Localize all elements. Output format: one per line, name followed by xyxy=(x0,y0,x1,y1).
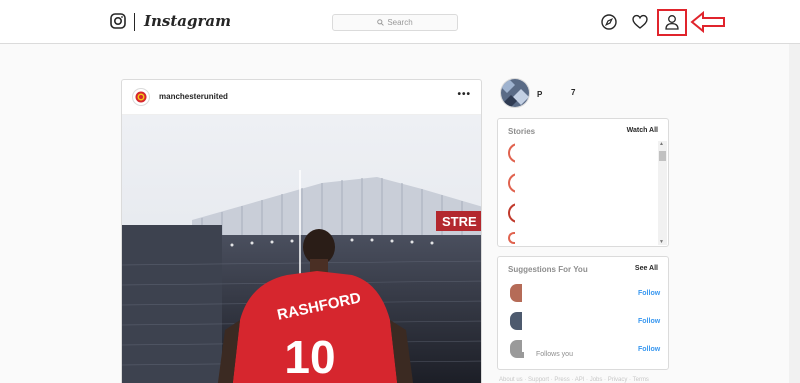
club-crest-avatar[interactable] xyxy=(132,88,150,106)
stories-scroll-thumb[interactable] xyxy=(659,151,666,161)
see-all-link[interactable]: See All xyxy=(635,265,658,272)
current-user-name-suffix: 7 xyxy=(571,88,576,97)
suggestion-names-redacted xyxy=(522,282,625,352)
follow-button[interactable]: Follow xyxy=(638,318,660,325)
jersey-number: 10 xyxy=(284,331,335,383)
stadium-sign-text: STRE xyxy=(442,214,477,229)
suggestions-title: Suggestions For You xyxy=(508,265,588,274)
heart-icon[interactable] xyxy=(632,14,648,30)
red-arrow-annotation xyxy=(690,11,725,33)
profile-highlight-box xyxy=(657,9,687,36)
page-scrollbar[interactable] xyxy=(789,44,800,383)
scroll-down-arrow[interactable]: ▼ xyxy=(659,239,664,245)
compass-icon[interactable] xyxy=(601,14,617,30)
follow-button[interactable]: Follow xyxy=(638,346,660,353)
current-user-name[interactable]: P xyxy=(537,90,542,99)
feed-post: manchesterunited ••• STRE RASHFORD 10 xyxy=(121,79,482,383)
instagram-glyph-icon[interactable] xyxy=(110,13,126,29)
top-navigation-bar: Instagram Search xyxy=(0,0,800,44)
post-username[interactable]: manchesterunited xyxy=(159,92,228,101)
current-user-avatar[interactable] xyxy=(500,78,530,108)
watch-all-link[interactable]: Watch All xyxy=(627,127,658,134)
search-placeholder: Search xyxy=(387,18,413,27)
logo-divider xyxy=(134,13,135,31)
post-header: manchesterunited ••• xyxy=(122,80,481,115)
search-input[interactable]: Search xyxy=(332,14,458,31)
follow-button[interactable]: Follow xyxy=(638,290,660,297)
scroll-up-arrow[interactable]: ▲ xyxy=(659,141,664,147)
follows-you-label: Follows you xyxy=(536,351,573,358)
stories-panel: Stories Watch All ▲ ▼ xyxy=(497,118,669,247)
stories-title: Stories xyxy=(508,127,536,136)
manchester-united-crest-icon xyxy=(135,91,147,103)
search-icon xyxy=(377,19,385,26)
story-list-redacted xyxy=(515,140,617,244)
instagram-wordmark[interactable]: Instagram xyxy=(144,12,231,30)
post-photo[interactable]: STRE RASHFORD 10 xyxy=(122,115,482,383)
suggestions-panel: Suggestions For You See All Follows you … xyxy=(497,256,669,370)
stories-scrollbar[interactable]: ▲ ▼ xyxy=(658,141,667,245)
more-options-icon[interactable]: ••• xyxy=(457,89,471,100)
footer-links[interactable]: About us · Support · Press · API · Jobs … xyxy=(499,377,649,383)
